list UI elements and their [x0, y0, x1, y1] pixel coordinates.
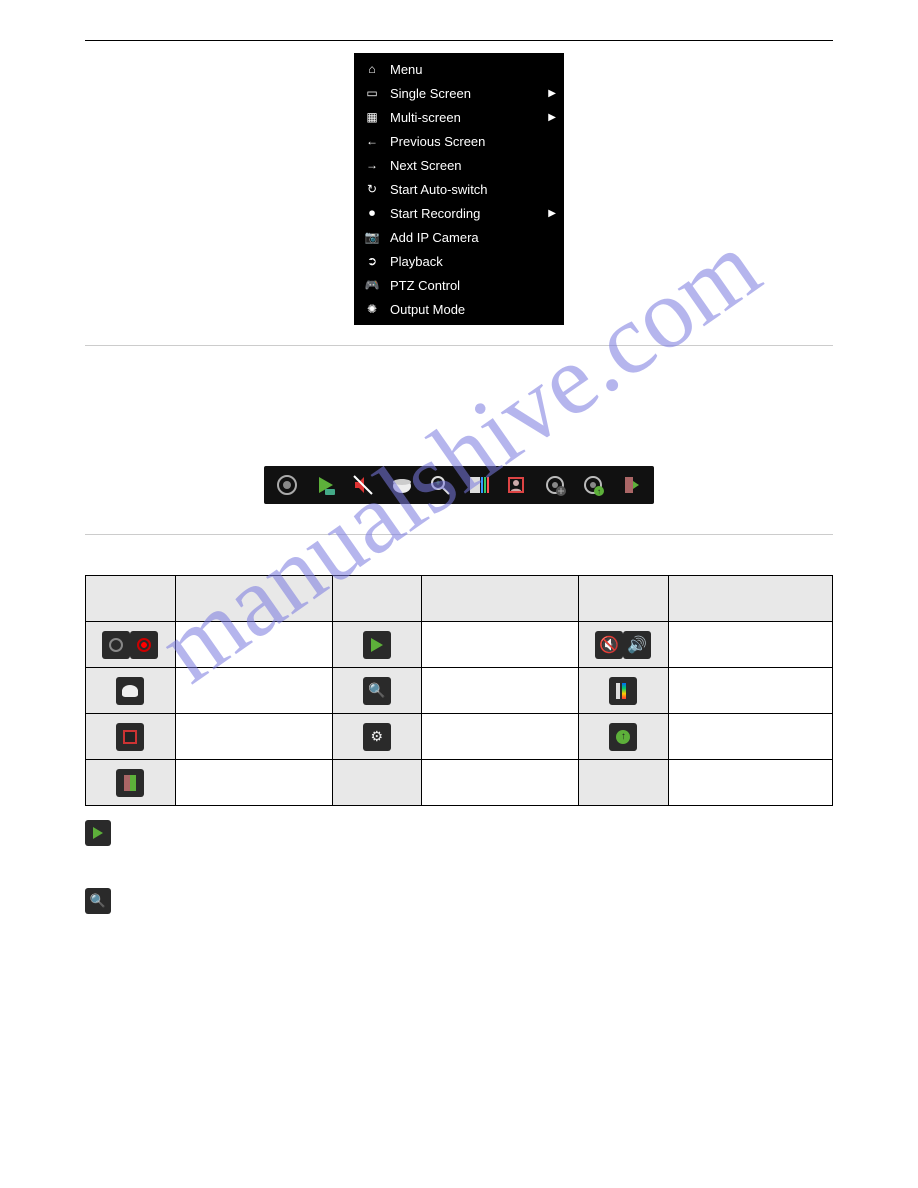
stream-info-icon[interactable]: ↑ [578, 470, 608, 500]
menu-item-playback[interactable]: ➲ Playback [354, 249, 564, 273]
quick-toolbar: + ↑ [264, 466, 654, 504]
menu-label: Single Screen [390, 86, 471, 101]
table-desc-cell [422, 622, 579, 668]
camera-icon: 📷 [364, 229, 380, 245]
menu-label: Multi-screen [390, 110, 461, 125]
instant-playback-icon[interactable] [310, 470, 340, 500]
record-toggle-icon[interactable] [272, 470, 302, 500]
table-icon-cell: 🔇 🔊 [579, 622, 669, 668]
menu-label: Next Screen [390, 158, 462, 173]
close-icon [116, 769, 144, 797]
table-icon-cell [579, 760, 669, 806]
menu-item-single-screen[interactable]: ▭ Single Screen ▶ [354, 81, 564, 105]
table-icon-cell [579, 668, 669, 714]
table-desc-cell [175, 668, 332, 714]
table-icon-cell [332, 760, 422, 806]
table-desc-cell [422, 668, 579, 714]
record-icon: ⏺ [364, 205, 380, 221]
table-icon-cell [332, 622, 422, 668]
submenu-arrow-icon: ▶ [548, 88, 556, 99]
menu-item-auto-switch[interactable]: ↻ Start Auto-switch [354, 177, 564, 201]
menu-label: Output Mode [390, 302, 465, 317]
menu-label: Previous Screen [390, 134, 485, 149]
audio-mute-icon[interactable] [348, 470, 378, 500]
menu-label: Add IP Camera [390, 230, 479, 245]
menu-label: PTZ Control [390, 278, 460, 293]
face-detect-icon [116, 723, 144, 751]
submenu-arrow-icon: ▶ [548, 112, 556, 123]
table-desc-cell [668, 760, 832, 806]
table-header [579, 576, 669, 622]
face-detect-icon[interactable] [501, 470, 531, 500]
table-header [668, 576, 832, 622]
ptz-dome-icon[interactable] [387, 470, 417, 500]
home-icon: ⌂ [364, 61, 380, 77]
image-settings-icon[interactable] [463, 470, 493, 500]
menu-item-add-ip-camera[interactable]: 📷 Add IP Camera [354, 225, 564, 249]
submenu-arrow-icon: ▶ [548, 208, 556, 219]
table-header [175, 576, 332, 622]
menu-label: Menu [390, 62, 423, 77]
table-icon-cell [86, 622, 176, 668]
table-desc-cell [668, 714, 832, 760]
menu-item-previous-screen[interactable]: ← Previous Screen [354, 129, 564, 153]
table-icon-cell: ↑ [579, 714, 669, 760]
monitor-icon: ▭ [364, 85, 380, 101]
menu-label: Start Auto-switch [390, 182, 488, 197]
table-desc-cell [175, 714, 332, 760]
close-icon[interactable] [616, 470, 646, 500]
table-header [86, 576, 176, 622]
svg-text:↑: ↑ [597, 487, 601, 496]
arrow-left-icon: ← [364, 133, 380, 149]
menu-item-ptz-control[interactable]: 🎮 PTZ Control [354, 273, 564, 297]
record-on-icon [130, 631, 158, 659]
table-desc-cell [175, 622, 332, 668]
table-header [332, 576, 422, 622]
table-icon-cell: ⚙ [332, 714, 422, 760]
digital-zoom-icon: 🔍 [363, 677, 391, 705]
output-icon: ✺ [364, 301, 380, 317]
table-icon-cell: 🔍 [332, 668, 422, 714]
stream-settings-icon[interactable] [540, 470, 570, 500]
digital-zoom-icon: 🔍 [85, 888, 111, 914]
table-desc-cell [422, 714, 579, 760]
instant-playback-icon [363, 631, 391, 659]
table-desc-cell [668, 668, 832, 714]
image-settings-icon [609, 677, 637, 705]
context-menu: ⌂ Menu ▭ Single Screen ▶ ▦ Multi-screen … [354, 53, 564, 325]
ptz-dome-icon [116, 677, 144, 705]
menu-item-output-mode[interactable]: ✺ Output Mode [354, 297, 564, 321]
audio-mute-icon: 🔇 [595, 631, 623, 659]
menu-item-start-recording[interactable]: ⏺ Start Recording ▶ [354, 201, 564, 225]
icon-description-table: 🔇 🔊 🔍 ⚙ [85, 575, 833, 806]
menu-label: Playback [390, 254, 443, 269]
refresh-icon: ↻ [364, 181, 380, 197]
table-desc-cell [175, 760, 332, 806]
stream-info-icon: ↑ [609, 723, 637, 751]
svg-text:+: + [435, 478, 440, 488]
table-desc-cell [422, 760, 579, 806]
table-icon-cell [86, 760, 176, 806]
table-desc-cell [668, 622, 832, 668]
menu-item-multi-screen[interactable]: ▦ Multi-screen ▶ [354, 105, 564, 129]
arrow-right-icon: → [364, 157, 380, 173]
table-icon-cell [86, 668, 176, 714]
grid-icon: ▦ [364, 109, 380, 125]
menu-item-menu[interactable]: ⌂ Menu [354, 57, 564, 81]
menu-label: Start Recording [390, 206, 480, 221]
stream-settings-icon: ⚙ [363, 723, 391, 751]
ptz-icon: 🎮 [364, 277, 380, 293]
table-icon-cell [86, 714, 176, 760]
record-off-icon [102, 631, 130, 659]
audio-on-icon: 🔊 [623, 631, 651, 659]
play-icon: ➲ [364, 253, 380, 269]
table-header [422, 576, 579, 622]
instant-playback-icon [85, 820, 111, 846]
digital-zoom-icon[interactable]: + [425, 470, 455, 500]
menu-item-next-screen[interactable]: → Next Screen [354, 153, 564, 177]
